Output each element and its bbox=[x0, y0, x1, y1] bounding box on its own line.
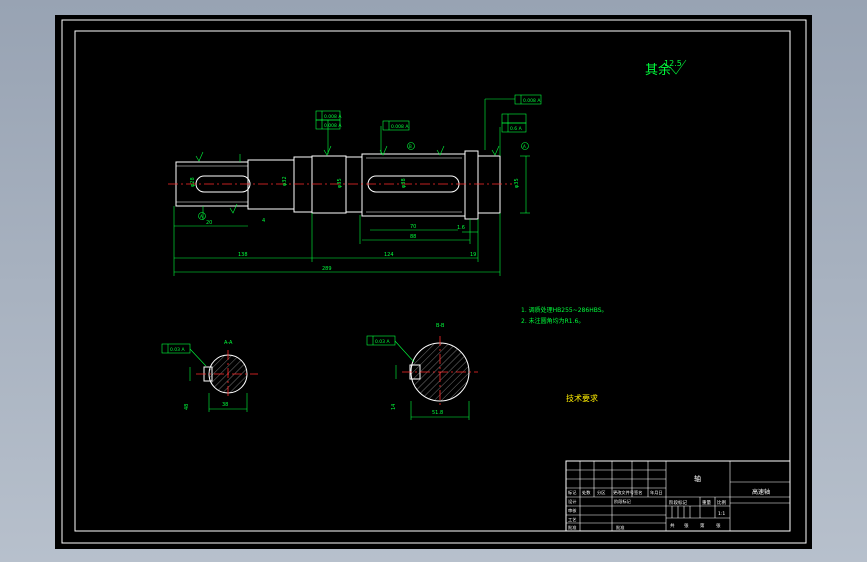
svg-text:更改文件号: 更改文件号 bbox=[613, 489, 634, 496]
svg-text:设计: 设计 bbox=[568, 498, 576, 505]
dim-shoulder: 4 bbox=[262, 218, 265, 224]
school-name: 高速轴 bbox=[752, 488, 770, 496]
svg-text:B: B bbox=[409, 144, 412, 149]
svg-text:φ35: φ35 bbox=[514, 178, 520, 188]
section-left-dim-bottom: 38 bbox=[222, 402, 228, 408]
svg-text:0.008 A: 0.008 A bbox=[324, 114, 342, 120]
section-right-dim-side: 14 bbox=[391, 404, 397, 410]
dim-key-right-length: 70 bbox=[410, 224, 416, 230]
dim-key-left-length: 20 bbox=[206, 220, 212, 226]
svg-text:φ28: φ28 bbox=[190, 177, 196, 187]
section-right-label: B-B bbox=[436, 323, 445, 329]
drawing-sheet bbox=[55, 15, 812, 549]
dim-segment-right: 19 bbox=[470, 252, 476, 258]
svg-text:φ35: φ35 bbox=[337, 178, 343, 188]
dim-overall-length: 289 bbox=[322, 266, 332, 272]
svg-text:φ38: φ38 bbox=[401, 178, 407, 188]
svg-text:阶段标记: 阶段标记 bbox=[669, 499, 687, 506]
svg-text:张: 张 bbox=[684, 522, 689, 529]
svg-text:共: 共 bbox=[670, 522, 675, 529]
svg-text:0.6 A: 0.6 A bbox=[510, 126, 523, 132]
section-right-frame: 0.03 A bbox=[375, 339, 390, 345]
section-left-label: A-A bbox=[224, 340, 233, 346]
tech-note-1: 1. 调质处理HB255~286HBS。 bbox=[521, 306, 608, 314]
dim-segment-mid: 124 bbox=[384, 252, 394, 258]
svg-text:处数: 处数 bbox=[582, 489, 591, 496]
part-name: 轴 bbox=[694, 474, 701, 483]
section-left-frame: 0.03 A bbox=[170, 347, 185, 353]
svg-text:阶段标记: 阶段标记 bbox=[614, 498, 632, 505]
svg-text:0.008 A: 0.008 A bbox=[523, 98, 541, 104]
svg-text:φ32: φ32 bbox=[282, 176, 288, 186]
cad-drawing: 其余 12.5 φ32 φ35 φ38 φ35 φ28 289 138 124 … bbox=[55, 15, 812, 549]
dim-fillet: 1.6 bbox=[457, 225, 465, 231]
svg-text:重量: 重量 bbox=[702, 499, 711, 506]
tech-requirements-title: 技术要求 bbox=[566, 393, 598, 403]
svg-text:A: A bbox=[523, 144, 526, 149]
svg-text:第: 第 bbox=[700, 522, 705, 529]
roughness-value: 12.5 bbox=[664, 59, 682, 68]
svg-text:工艺: 工艺 bbox=[568, 517, 576, 522]
scale-value: 1:1 bbox=[718, 511, 725, 517]
section-right-dim-bottom: 51.8 bbox=[432, 410, 443, 416]
cad-viewport[interactable]: 其余 12.5 φ32 φ35 φ38 φ35 φ28 289 138 124 … bbox=[0, 0, 867, 562]
svg-text:标记: 标记 bbox=[568, 489, 577, 496]
svg-text:分区: 分区 bbox=[597, 489, 605, 496]
svg-text:年月日: 年月日 bbox=[650, 489, 663, 496]
tech-note-2: 2. 未注圆角均为R1.6。 bbox=[521, 317, 584, 325]
svg-text:审核: 审核 bbox=[568, 507, 577, 514]
svg-text:批准: 批准 bbox=[616, 524, 624, 531]
dim-segment-left: 138 bbox=[238, 252, 248, 258]
svg-text:0.008 A: 0.008 A bbox=[324, 123, 342, 129]
svg-text:批准: 批准 bbox=[568, 524, 576, 531]
svg-text:0.008 A: 0.008 A bbox=[391, 124, 409, 130]
svg-text:A: A bbox=[200, 214, 203, 219]
svg-text:张: 张 bbox=[716, 522, 721, 529]
svg-text:比例: 比例 bbox=[717, 499, 726, 506]
section-left-dim-side: 48 bbox=[184, 404, 190, 410]
svg-text:签名: 签名 bbox=[634, 489, 642, 496]
dim-key-right-offset: 88 bbox=[410, 234, 416, 240]
